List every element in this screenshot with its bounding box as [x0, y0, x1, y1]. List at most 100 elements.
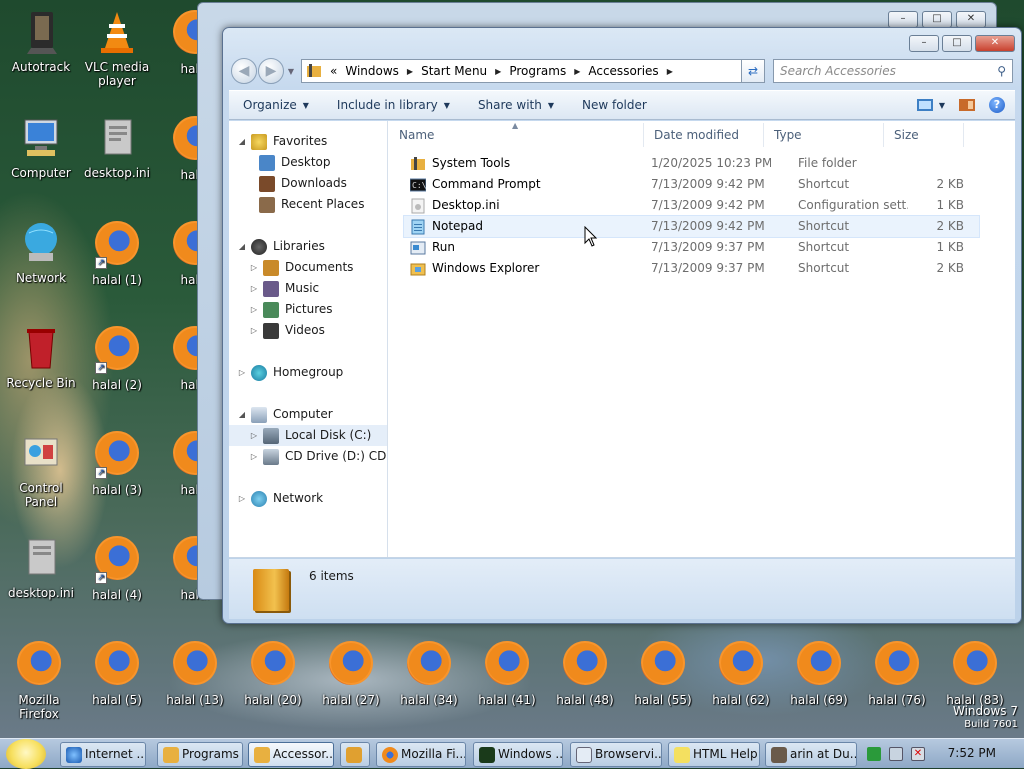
recent-pages-dropdown[interactable]: ▼	[285, 67, 297, 76]
breadcrumb-programs[interactable]: Programs	[509, 64, 566, 78]
nav-desktop[interactable]: Desktop	[259, 152, 331, 173]
file-row[interactable]: Desktop.ini 7/13/2009 9:42 PM Configurat…	[404, 195, 979, 216]
expand-triangle-icon[interactable]: ▷	[237, 488, 247, 509]
nav-libraries[interactable]: ◢ Libraries	[237, 236, 325, 257]
volume-muted-icon[interactable]: ✕	[911, 747, 925, 761]
taskbar-button-internet-explorer[interactable]: Internet ...	[60, 742, 146, 767]
desktop-icon-halal-2[interactable]: ↗ halal (2)	[78, 324, 156, 392]
preview-pane-icon[interactable]	[959, 98, 975, 112]
nav-network[interactable]: ▷ Network	[237, 488, 323, 509]
collapse-triangle-icon[interactable]: ◢	[237, 236, 247, 257]
expand-triangle-icon[interactable]: ▷	[249, 257, 259, 278]
breadcrumb-overflow[interactable]: «	[330, 64, 337, 78]
breadcrumb-accessories[interactable]: Accessories	[588, 64, 658, 78]
chevron-right-icon[interactable]: ▶	[495, 67, 501, 76]
desktop-icon-halal-1[interactable]: ↗ halal (1)	[78, 219, 156, 287]
desktop-icon-autotrack[interactable]: Autotrack	[2, 8, 80, 74]
expand-triangle-icon[interactable]: ▷	[249, 446, 259, 467]
taskbar-clock[interactable]: 7:52 PM	[948, 746, 996, 760]
search-input[interactable]: Search Accessories ⚲	[773, 59, 1013, 83]
taskbar-button-programs[interactable]: Programs	[157, 742, 243, 767]
back-button[interactable]: ◀	[231, 58, 257, 84]
file-row[interactable]: System Tools 1/20/2025 10:23 PM File fol…	[404, 153, 979, 174]
desktop-icon-halal-5[interactable]: halal (5)	[78, 639, 156, 707]
explorer-window[interactable]: – □ ✕ ◀ ▶ ▼ « Windows ▶ Start Menu ▶ Pro…	[222, 27, 1022, 624]
desktop-icon-halal-62[interactable]: halal (62)	[702, 639, 780, 707]
nav-cd-drive-d[interactable]: ▷ CD Drive (D:) CDROM	[249, 446, 387, 467]
expand-triangle-icon[interactable]: ▷	[249, 320, 259, 341]
expand-triangle-icon[interactable]: ▷	[249, 299, 259, 320]
desktop-icon-desktop-ini-2[interactable]: desktop.ini	[2, 534, 80, 600]
nav-computer[interactable]: ◢ Computer	[237, 404, 333, 425]
desktop-icon-control-panel[interactable]: Control Panel	[2, 429, 80, 509]
address-bar[interactable]: « Windows ▶ Start Menu ▶ Programs ▶ Acce…	[301, 59, 761, 83]
expand-triangle-icon[interactable]: ▷	[249, 425, 259, 446]
nav-local-disk-c[interactable]: ▷ Local Disk (C:)	[229, 425, 387, 446]
nav-videos[interactable]: ▷ Videos	[249, 320, 325, 341]
desktop-icon-halal-48[interactable]: halal (48)	[546, 639, 624, 707]
help-icon[interactable]: ?	[989, 97, 1005, 113]
desktop-icon-halal-13[interactable]: halal (13)	[156, 639, 234, 707]
file-row[interactable]: Notepad 7/13/2009 9:42 PM Shortcut 2 KB	[403, 215, 980, 238]
include-in-library-button[interactable]: Include in library ▼	[323, 91, 464, 119]
close-button[interactable]: ✕	[956, 11, 986, 28]
desktop-icon-vlc[interactable]: VLC media player	[78, 8, 156, 88]
file-list[interactable]: Name ▲ Date modified Type Size System Too…	[389, 121, 1015, 557]
desktop-icon-halal-3[interactable]: ↗ halal (3)	[78, 429, 156, 497]
desktop-icon-recycle-bin[interactable]: Recycle Bin	[2, 324, 80, 390]
desktop-icon-halal-41[interactable]: halal (41)	[468, 639, 546, 707]
desktop-icon-desktop-ini[interactable]: desktop.ini	[78, 114, 156, 180]
desktop-icon-computer[interactable]: Computer	[2, 114, 80, 180]
taskbar-button-mozilla-firefox[interactable]: Mozilla Fi...	[376, 742, 466, 767]
nav-pictures[interactable]: ▷ Pictures	[249, 299, 333, 320]
forward-button[interactable]: ▶	[258, 58, 284, 84]
taskbar-button-chat[interactable]: arin at Du...	[765, 742, 857, 767]
nav-documents[interactable]: ▷ Documents	[249, 257, 353, 278]
desktop-icon-halal-69[interactable]: halal (69)	[780, 639, 858, 707]
tray-status-icon[interactable]	[867, 747, 881, 761]
desktop-icon-network[interactable]: Network	[2, 219, 80, 285]
column-header-type[interactable]: Type	[764, 123, 884, 147]
desktop-icon-halal-27[interactable]: halal (27)	[312, 639, 390, 707]
chevron-right-icon[interactable]: ▶	[667, 67, 673, 76]
chevron-right-icon[interactable]: ▶	[574, 67, 580, 76]
nav-favorites[interactable]: ◢ Favorites	[237, 131, 327, 152]
taskbar-button-arrow[interactable]	[340, 742, 370, 767]
collapse-triangle-icon[interactable]: ◢	[237, 404, 247, 425]
desktop-icon-halal-34[interactable]: halal (34)	[390, 639, 468, 707]
taskbar-button-browservice[interactable]: Browservi...	[570, 742, 662, 767]
maximize-button[interactable]: □	[942, 35, 972, 52]
navigation-pane[interactable]: ◢ Favorites Desktop Downloads Recent Pla…	[229, 121, 388, 557]
minimize-button[interactable]: –	[909, 35, 939, 52]
chevron-right-icon[interactable]: ▶	[407, 67, 413, 76]
desktop-icon-halal-55[interactable]: halal (55)	[624, 639, 702, 707]
desktop-icon-halal-76[interactable]: halal (76)	[858, 639, 936, 707]
desktop-icon-halal-83[interactable]: halal (83)	[936, 639, 1014, 707]
close-button[interactable]: ✕	[975, 35, 1015, 52]
expand-triangle-icon[interactable]: ▷	[237, 362, 247, 383]
breadcrumb-windows[interactable]: Windows	[345, 64, 399, 78]
desktop-icon-mozilla-firefox[interactable]: Mozilla Firefox	[0, 639, 78, 721]
minimize-button[interactable]: –	[888, 11, 918, 28]
start-button[interactable]	[6, 739, 46, 769]
taskbar-button-accessories[interactable]: Accessor...	[248, 742, 334, 767]
network-tray-icon[interactable]	[889, 747, 903, 761]
desktop-icon-halal-4[interactable]: ↗ halal (4)	[78, 534, 156, 602]
file-row[interactable]: Run 7/13/2009 9:37 PM Shortcut 1 KB	[404, 237, 979, 258]
new-folder-button[interactable]: New folder	[568, 91, 661, 119]
refresh-button[interactable]: ⇄	[741, 59, 765, 83]
nav-downloads[interactable]: Downloads	[259, 173, 347, 194]
breadcrumb-start-menu[interactable]: Start Menu	[421, 64, 487, 78]
file-row[interactable]: Windows Explorer 7/13/2009 9:37 PM Short…	[404, 258, 979, 279]
nav-music[interactable]: ▷ Music	[249, 278, 319, 299]
desktop-icon-halal-20[interactable]: halal (20)	[234, 639, 312, 707]
change-view-button[interactable]: ▼	[916, 98, 945, 112]
column-header-name[interactable]: Name ▲	[389, 121, 644, 147]
nav-recent-places[interactable]: Recent Places	[259, 194, 364, 215]
taskbar-button-html-help[interactable]: HTML Help	[668, 742, 760, 767]
taskbar-button-windows[interactable]: Windows ...	[473, 742, 563, 767]
maximize-button[interactable]: □	[922, 11, 952, 28]
column-header-date-modified[interactable]: Date modified	[644, 123, 764, 147]
nav-homegroup[interactable]: ▷ Homegroup	[237, 362, 343, 383]
expand-triangle-icon[interactable]: ▷	[249, 278, 259, 299]
